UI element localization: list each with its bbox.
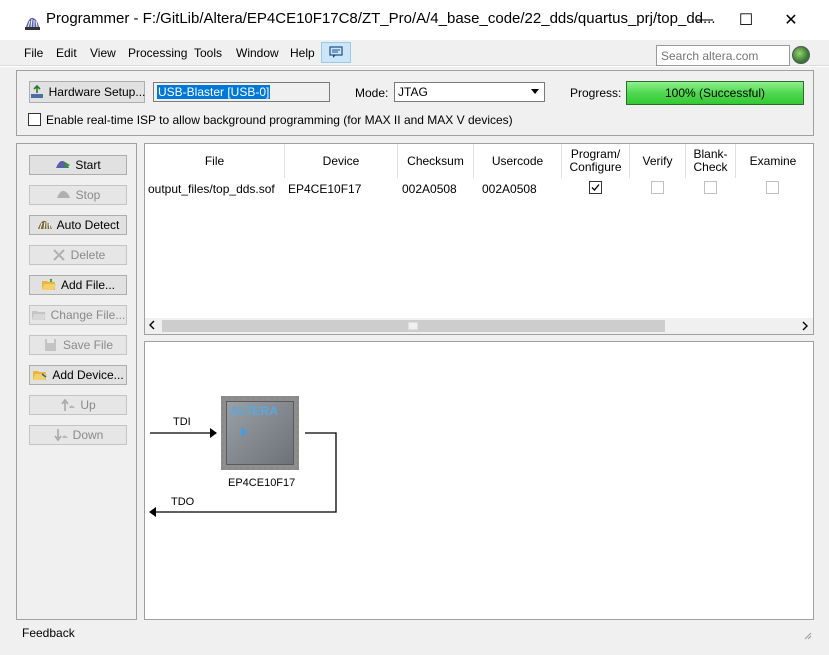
column-header-program[interactable]: Program/ Configure xyxy=(562,144,630,178)
menu-help[interactable]: Help xyxy=(290,46,315,60)
search-input[interactable] xyxy=(656,45,790,66)
globe-icon[interactable] xyxy=(792,46,810,64)
pin-one-icon xyxy=(241,427,248,437)
hardware-setup-button[interactable]: Hardware Setup... xyxy=(29,81,145,103)
progress-bar: 100% (Successful) xyxy=(626,81,804,105)
folder-icon xyxy=(31,308,47,322)
column-header-file[interactable]: File xyxy=(145,144,285,178)
blank-check-checkbox[interactable] xyxy=(704,181,717,194)
cell-usercode: 002A0508 xyxy=(482,182,537,196)
down-button[interactable]: Down xyxy=(29,425,127,445)
altera-logo: ALTERA xyxy=(230,404,278,418)
close-button[interactable]: ✕ xyxy=(769,6,813,34)
menu-tools[interactable]: Tools xyxy=(194,46,222,60)
scroll-left-icon[interactable] xyxy=(148,320,156,333)
save-file-button[interactable]: Save File xyxy=(29,335,127,355)
change-file-label: Change File... xyxy=(50,308,126,322)
fpga-chip[interactable]: ALTERA xyxy=(221,396,299,470)
menu-processing[interactable]: Processing xyxy=(128,46,187,60)
feedback-icon[interactable] xyxy=(321,42,351,63)
hardware-icon xyxy=(29,84,45,99)
chevron-down-icon xyxy=(531,89,539,94)
start-label: Start xyxy=(75,158,101,172)
menu-view[interactable]: View xyxy=(90,46,116,60)
start-icon xyxy=(55,158,71,172)
save-icon xyxy=(43,338,59,352)
feedback-label[interactable]: Feedback xyxy=(22,626,75,640)
tdo-label: TDO xyxy=(171,496,195,508)
column-header-checksum[interactable]: Checksum xyxy=(398,144,474,178)
start-button[interactable]: Start xyxy=(29,155,127,175)
program-header-label: Program/ Configure xyxy=(569,147,622,174)
save-file-label: Save File xyxy=(62,338,114,352)
auto-detect-icon xyxy=(37,218,53,232)
resize-grip-icon[interactable] xyxy=(802,629,812,640)
cell-file: output_files/top_dds.sof xyxy=(148,182,275,196)
down-label: Down xyxy=(72,428,104,442)
mode-label: Mode: xyxy=(355,86,389,100)
column-header-verify[interactable]: Verify xyxy=(630,144,686,178)
menu-edit[interactable]: Edit xyxy=(56,46,77,60)
up-button[interactable]: Up xyxy=(29,395,127,415)
program-checkbox[interactable] xyxy=(589,181,602,194)
delete-label: Delete xyxy=(70,248,106,262)
status-bar xyxy=(16,623,814,643)
delete-button[interactable]: Delete xyxy=(29,245,127,265)
column-header-blank-check[interactable]: Blank- Check xyxy=(686,144,736,178)
up-label: Up xyxy=(80,398,96,412)
add-file-label: Add File... xyxy=(60,278,116,292)
minimize-button[interactable]: — xyxy=(683,6,727,34)
column-header-device[interactable]: Device xyxy=(285,144,398,178)
cell-device: EP4CE10F17 xyxy=(288,182,362,196)
stop-button[interactable]: Stop xyxy=(29,185,127,205)
change-file-button[interactable]: Change File... xyxy=(29,305,127,325)
scroll-thumb[interactable] xyxy=(162,320,665,332)
hardware-field[interactable]: USB-Blaster [USB-0] xyxy=(153,82,330,102)
folder-icon xyxy=(32,368,48,382)
mode-value: JTAG xyxy=(398,85,428,99)
checkmark-icon xyxy=(591,184,600,191)
isp-checkbox[interactable] xyxy=(28,113,41,126)
menu-window[interactable]: Window xyxy=(236,46,279,60)
progress-text: 100% (Successful) xyxy=(664,86,766,100)
window-title: Programmer - F:/GitLib/Altera/EP4CE10F17… xyxy=(46,10,716,27)
column-header-usercode[interactable]: Usercode xyxy=(474,144,562,178)
file-table: File Device Checksum Usercode Program/ C… xyxy=(144,143,814,335)
folder-icon xyxy=(41,278,57,292)
maximize-button[interactable]: ☐ xyxy=(724,6,768,34)
down-arrow-icon xyxy=(53,428,69,442)
cell-checksum: 002A0508 xyxy=(402,182,457,196)
add-device-button[interactable]: Add Device... xyxy=(29,365,127,385)
blank-header-label: Blank- Check xyxy=(693,147,728,174)
menu-file[interactable]: File xyxy=(24,46,43,60)
tdi-label: TDI xyxy=(173,416,191,428)
verify-checkbox[interactable] xyxy=(651,181,664,194)
column-header-examine[interactable]: Examine xyxy=(736,144,810,178)
add-device-label: Add Device... xyxy=(52,368,124,382)
hardware-setup-label: Hardware Setup... xyxy=(48,85,146,99)
delete-icon xyxy=(51,248,67,262)
chip-name: EP4CE10F17 xyxy=(228,477,296,489)
auto-detect-label: Auto Detect xyxy=(56,218,120,232)
app-icon xyxy=(24,15,41,31)
hardware-value: USB-Blaster [USB-0] xyxy=(157,85,271,99)
stop-label: Stop xyxy=(75,188,101,202)
stop-icon xyxy=(56,188,72,202)
scroll-grip xyxy=(408,322,418,330)
auto-detect-button[interactable]: Auto Detect xyxy=(29,215,127,235)
up-arrow-icon xyxy=(60,398,76,412)
add-file-button[interactable]: Add File... xyxy=(29,275,127,295)
mode-select[interactable]: JTAG xyxy=(394,82,545,102)
scroll-right-icon[interactable] xyxy=(801,320,809,334)
examine-checkbox[interactable] xyxy=(766,181,779,194)
isp-label: Enable real-time ISP to allow background… xyxy=(46,113,513,127)
progress-label: Progress: xyxy=(570,86,622,100)
